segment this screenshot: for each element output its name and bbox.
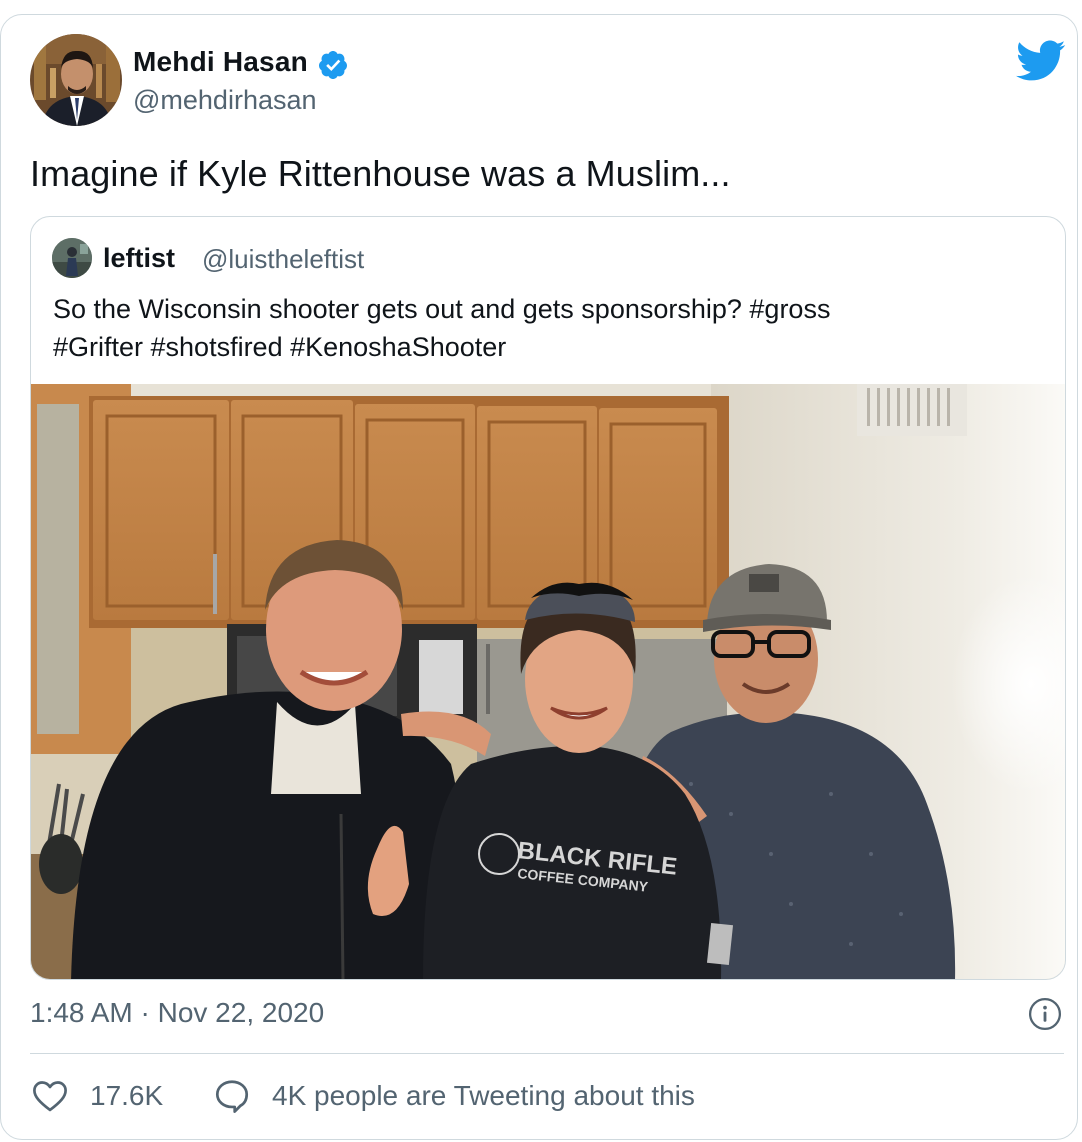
twitter-bird-icon[interactable] xyxy=(1016,40,1066,82)
info-icon[interactable] xyxy=(1028,997,1062,1031)
author-handle[interactable]: @mehdirhasan xyxy=(133,85,317,116)
heart-icon[interactable] xyxy=(32,1079,68,1113)
quoted-name[interactable]: leftist xyxy=(103,243,175,274)
author-name[interactable]: Mehdi Hasan xyxy=(133,46,308,78)
divider xyxy=(30,1053,1064,1054)
like-count[interactable]: 17.6K xyxy=(90,1080,163,1112)
speech-bubble-icon[interactable] xyxy=(214,1078,250,1114)
conversation-link[interactable]: 4K people are Tweeting about this xyxy=(272,1080,695,1112)
quoted-tweet[interactable]: leftist @luistheleftist So the Wisconsin… xyxy=(30,216,1066,980)
quoted-text: So the Wisconsin shooter gets out and ge… xyxy=(53,290,1053,366)
tweet-timestamp[interactable]: 1:48 AM · Nov 22, 2020 xyxy=(30,997,324,1029)
author-avatar[interactable] xyxy=(30,34,122,126)
quoted-avatar-image xyxy=(52,238,92,278)
quoted-photo[interactable]: BLACK RIFLE COFFEE COMPANY xyxy=(31,384,1066,980)
quoted-handle[interactable]: @luistheleftist xyxy=(202,244,364,275)
avatar-image xyxy=(30,34,122,126)
quoted-text-line-2: #Grifter #shotsfired #KenoshaShooter xyxy=(53,332,507,362)
quoted-text-line-1: So the Wisconsin shooter gets out and ge… xyxy=(53,294,831,324)
verified-badge-icon xyxy=(318,51,347,79)
quoted-avatar[interactable] xyxy=(52,238,92,278)
tweet-text: Imagine if Kyle Rittenhouse was a Muslim… xyxy=(30,153,731,194)
